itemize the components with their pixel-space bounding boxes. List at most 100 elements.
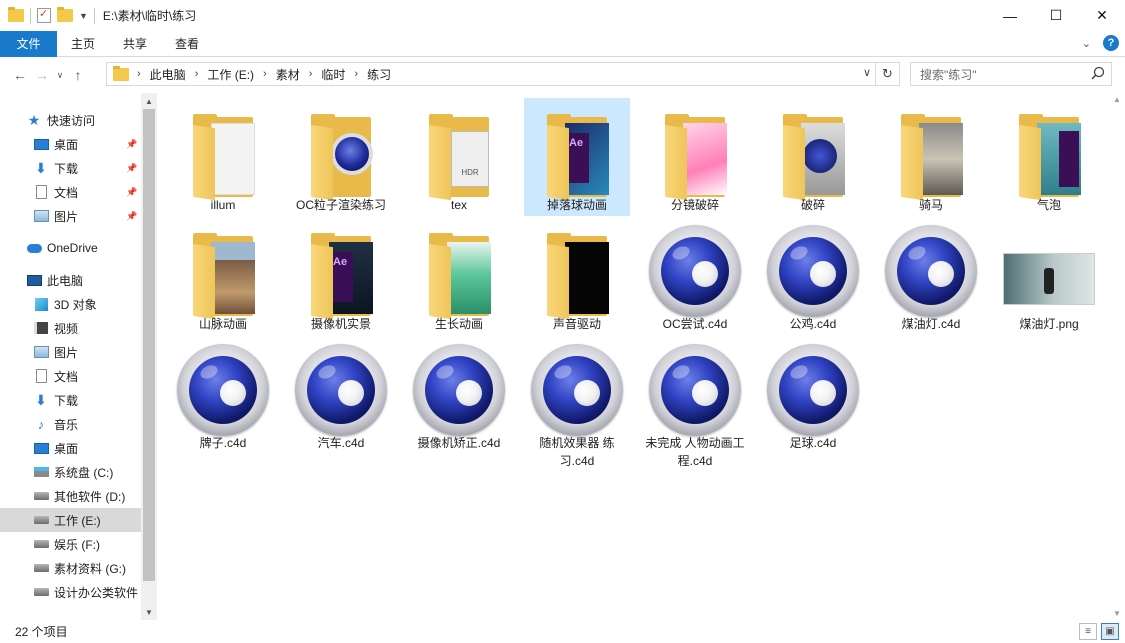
file-name-label: 掉落球动画 xyxy=(546,198,607,212)
file-item[interactable]: 未完成 人物动画工程.c4d xyxy=(642,336,748,468)
sidebar-item-label: 其他软件 (D:) xyxy=(54,489,126,504)
recent-locations-chevron-icon[interactable]: ∨ xyxy=(53,70,67,81)
sidebar-scroll-thumb[interactable] xyxy=(143,109,155,581)
file-item[interactable]: OC尝试.c4d xyxy=(642,217,748,335)
scroll-down-icon[interactable]: ▼ xyxy=(141,604,157,620)
folder-item[interactable]: 生长动画 xyxy=(406,217,512,335)
breadcrumb-separator-icon[interactable]: › xyxy=(263,68,267,80)
help-icon[interactable]: ? xyxy=(1103,35,1119,51)
sidebar-item[interactable]: 文档 xyxy=(0,364,141,388)
sidebar-item[interactable]: 工作 (E:) xyxy=(0,508,141,532)
scroll-up-icon[interactable]: ▲ xyxy=(1109,95,1125,104)
file-item[interactable]: 随机效果器 练习.c4d xyxy=(524,336,630,468)
customize-toolbar-dropdown-icon[interactable]: ▼ xyxy=(79,11,88,21)
sidebar-item[interactable]: 图片 xyxy=(0,340,141,364)
folder-item[interactable]: Ae 掉落球动画 xyxy=(524,98,630,216)
document-icon xyxy=(33,369,49,383)
properties-icon[interactable] xyxy=(37,7,51,23)
breadcrumb-drive-e[interactable]: 工作 (E:) xyxy=(207,66,254,83)
file-name-label: 分镜破碎 xyxy=(670,198,719,212)
sidebar-item[interactable]: 系统盘 (C:) xyxy=(0,460,141,484)
address-bar[interactable]: › 此电脑 › 工作 (E:) › 素材 › 临时 › 练习 ∨ xyxy=(106,62,876,86)
folder-icon xyxy=(113,65,129,81)
large-icons-view-icon[interactable]: ▣ xyxy=(1101,623,1119,640)
breadcrumb-temp[interactable]: 临时 xyxy=(321,66,345,83)
sidebar-item[interactable]: OneDrive xyxy=(0,236,141,260)
content-scrollbar[interactable]: ▲ ▼ xyxy=(1109,93,1125,620)
document-icon xyxy=(33,185,49,199)
refresh-button[interactable]: ↻ xyxy=(876,62,900,86)
drive-icon xyxy=(33,513,49,527)
breadcrumb-separator-icon[interactable]: › xyxy=(309,68,313,80)
folder-item[interactable]: 骑马 xyxy=(878,98,984,216)
folder-item[interactable]: OC粒子渲染练习 xyxy=(288,98,394,216)
folder-item[interactable]: 破碎 xyxy=(760,98,866,216)
sidebar-item[interactable]: 文档 📌 xyxy=(0,180,141,204)
folder-item[interactable]: 分镜破碎 xyxy=(642,98,748,216)
up-arrow-icon[interactable]: ↑ xyxy=(67,67,89,83)
sidebar-item-label: 娱乐 (F:) xyxy=(54,537,100,552)
sidebar-item[interactable]: 图片 📌 xyxy=(0,204,141,228)
back-arrow-icon[interactable]: ← xyxy=(9,67,31,83)
file-item[interactable]: 汽车.c4d xyxy=(288,336,394,454)
sidebar-item[interactable]: 桌面 📌 xyxy=(0,132,141,156)
forward-arrow-icon[interactable]: → xyxy=(31,67,53,83)
sidebar-item-label: 桌面 xyxy=(54,137,79,152)
folder-item[interactable]: illum xyxy=(170,98,276,216)
sidebar-item[interactable]: 视频 xyxy=(0,316,141,340)
folder-item[interactable]: 山脉动画 xyxy=(170,217,276,335)
minimize-button[interactable]: — xyxy=(987,0,1033,31)
breadcrumb-separator-icon[interactable]: › xyxy=(354,68,358,80)
cinema4d-file-icon xyxy=(529,344,625,436)
sidebar-item[interactable]: 设计办公类软件 xyxy=(0,580,141,604)
file-item[interactable]: 煤油灯.c4d xyxy=(878,217,984,335)
breadcrumb-separator-icon[interactable]: › xyxy=(137,68,141,80)
folder-item[interactable]: HDR tex xyxy=(406,98,512,216)
breadcrumb-practice[interactable]: 练习 xyxy=(367,66,391,83)
folder-icon xyxy=(765,106,861,201)
new-folder-icon[interactable] xyxy=(57,7,73,22)
file-item[interactable]: 公鸡.c4d xyxy=(760,217,866,335)
folder-item[interactable]: 声音驱动 xyxy=(524,217,630,335)
search-input[interactable]: 搜索"练习" xyxy=(920,66,977,83)
sidebar-item[interactable]: 此电脑 xyxy=(0,268,141,292)
folder-icon xyxy=(293,106,389,201)
close-button[interactable]: ✕ xyxy=(1079,0,1125,31)
address-dropdown-icon[interactable]: ∨ xyxy=(863,66,871,79)
sidebar-item[interactable]: 3D 对象 xyxy=(0,292,141,316)
folder-item[interactable]: Ae 摄像机实景 xyxy=(288,217,394,335)
sidebar-item[interactable]: 桌面 xyxy=(0,436,141,460)
tab-view[interactable]: 查看 xyxy=(161,31,213,57)
sidebar-scrollbar[interactable]: ▲ ▼ xyxy=(141,93,157,620)
breadcrumb-material[interactable]: 素材 xyxy=(276,66,300,83)
sidebar-item[interactable]: ⬇ 下载 xyxy=(0,388,141,412)
file-item[interactable]: 煤油灯.png xyxy=(996,217,1102,335)
file-name-label: OC尝试.c4d xyxy=(662,317,728,331)
search-box[interactable]: 搜索"练习" xyxy=(910,62,1112,86)
folder-item[interactable]: 气泡 xyxy=(996,98,1102,216)
scroll-up-icon[interactable]: ▲ xyxy=(141,93,157,109)
desktop-icon xyxy=(33,441,49,455)
folder-icon xyxy=(529,225,625,320)
file-item[interactable]: 牌子.c4d xyxy=(170,336,276,454)
breadcrumb-separator-icon[interactable]: › xyxy=(195,68,199,80)
sidebar-item-label: 文档 xyxy=(54,185,79,200)
tab-share[interactable]: 共享 xyxy=(109,31,161,57)
sidebar-item[interactable]: 素材资料 (G:) xyxy=(0,556,141,580)
details-view-icon[interactable]: ≡ xyxy=(1079,623,1097,640)
sidebar-item[interactable]: ⬇ 下载 📌 xyxy=(0,156,141,180)
folder-icon: HDR xyxy=(411,106,507,201)
sidebar-item[interactable]: 其他软件 (D:) xyxy=(0,484,141,508)
breadcrumb-this-pc[interactable]: 此电脑 xyxy=(150,66,186,83)
expand-ribbon-icon[interactable]: ⌄ xyxy=(1082,37,1091,50)
file-item[interactable]: 摄像机矫正.c4d xyxy=(406,336,512,454)
sidebar-item[interactable]: 娱乐 (F:) xyxy=(0,532,141,556)
tab-file[interactable]: 文件 xyxy=(0,30,57,57)
maximize-button[interactable]: ☐ xyxy=(1033,0,1079,31)
sidebar-item[interactable]: ♪ 音乐 xyxy=(0,412,141,436)
file-name-label: 生长动画 xyxy=(434,317,483,331)
file-item[interactable]: 足球.c4d xyxy=(760,336,866,454)
scroll-down-icon[interactable]: ▼ xyxy=(1109,609,1125,618)
sidebar-item[interactable]: ★ 快速访问 xyxy=(0,108,141,132)
tab-home[interactable]: 主页 xyxy=(57,31,109,57)
